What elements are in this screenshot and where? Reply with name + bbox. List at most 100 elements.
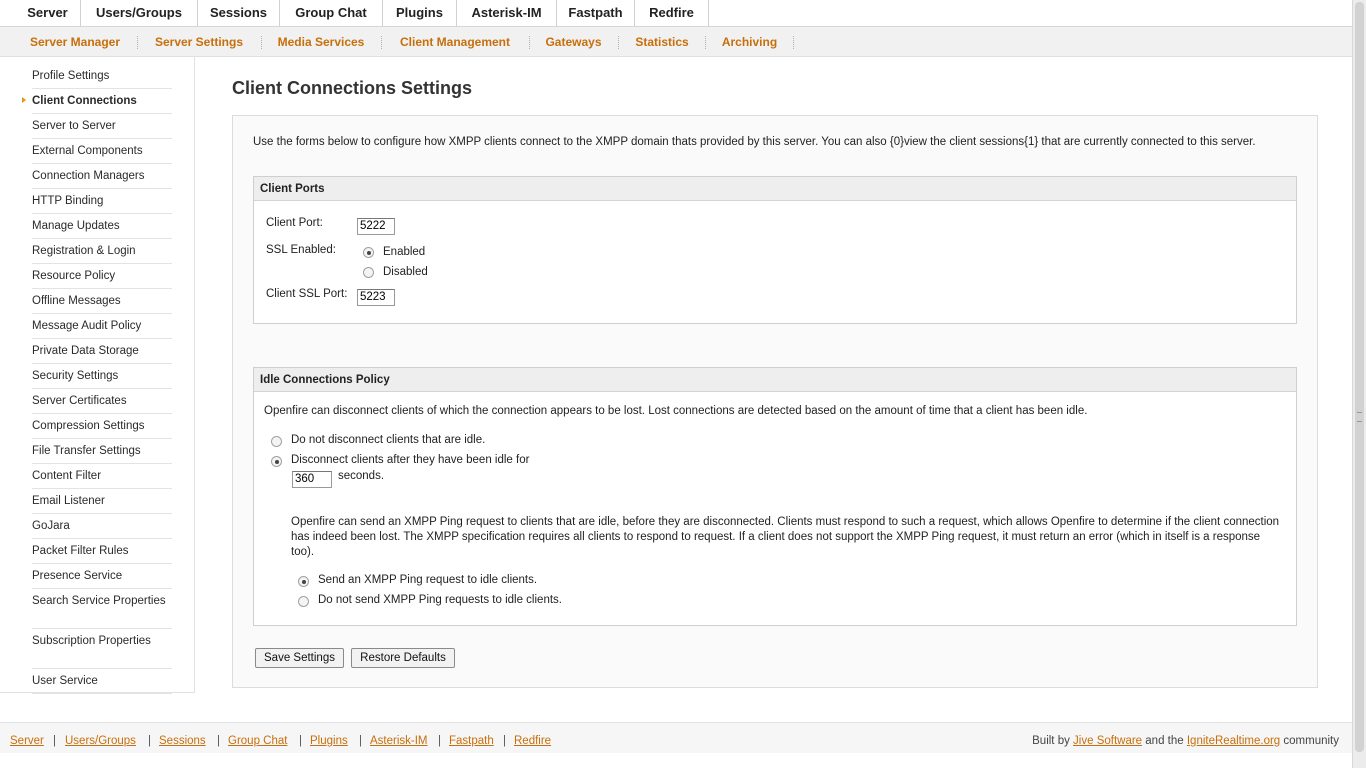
sidebar-item-http-binding[interactable]: HTTP Binding [32, 194, 172, 214]
seconds-label: seconds. [338, 470, 385, 482]
sidebar-item-client-connections[interactable]: Client Connections [32, 94, 172, 114]
footer-link-server[interactable]: Server [10, 735, 44, 747]
subnav-divider [618, 36, 620, 49]
disconnect-radio[interactable] [271, 456, 282, 467]
footer-link-redfire[interactable]: Redfire [514, 735, 551, 747]
tab-plugins[interactable]: Plugins [383, 0, 457, 26]
idle-policy-header: Idle Connections Policy [254, 368, 1296, 392]
footer-separator: | [503, 735, 506, 747]
footer-link-group-chat[interactable]: Group Chat [228, 735, 287, 747]
sidebar-item-server-to-server[interactable]: Server to Server [32, 119, 172, 139]
footer-separator: | [438, 735, 441, 747]
sub-nav: Server Manager Server Settings Media Ser… [0, 27, 1352, 57]
client-ports-header: Client Ports [254, 177, 1296, 201]
scrollbar-thumb[interactable] [1355, 2, 1364, 752]
tab-sessions[interactable]: Sessions [198, 0, 280, 26]
jive-software-link[interactable]: Jive Software [1073, 735, 1142, 747]
ssl-enabled-label: SSL Enabled: [266, 244, 336, 256]
sidebar-item-user-service[interactable]: User Service [32, 674, 172, 694]
footer-separator: | [148, 735, 151, 747]
ping-nosend-label: Do not send XMPP Ping requests to idle c… [318, 594, 562, 606]
intro-text: Use the forms below to configure how XMP… [253, 136, 1256, 148]
sidebar-item-packet-filter-rules[interactable]: Packet Filter Rules [32, 544, 172, 564]
subtab-archiving[interactable]: Archiving [711, 27, 788, 56]
sidebar-item-search-service-properties[interactable]: Search Service Properties [32, 594, 172, 629]
sidebar-item-server-certificates[interactable]: Server Certificates [32, 394, 172, 414]
footer-separator: | [217, 735, 220, 747]
subtab-server-manager[interactable]: Server Manager [18, 27, 132, 56]
footer-separator: | [299, 735, 302, 747]
credit-prefix: Built by [1032, 735, 1070, 747]
footer-credit: Built by Jive Software and the IgniteRea… [1032, 735, 1339, 747]
scrollbar-grip-icon [1357, 412, 1362, 422]
sidebar-item-external-components[interactable]: External Components [32, 144, 172, 164]
subtab-gateways[interactable]: Gateways [535, 27, 612, 56]
footer-link-asterisk-im[interactable]: Asterisk-IM [370, 735, 428, 747]
sidebar-item-compression-settings[interactable]: Compression Settings [32, 419, 172, 439]
client-port-label: Client Port: [266, 217, 323, 229]
sidebar-item-profile-settings[interactable]: Profile Settings [32, 69, 172, 89]
footer-link-users-groups[interactable]: Users/Groups [65, 735, 136, 747]
sidebar: Profile Settings Client Connections Server… [0, 57, 195, 694]
ping-send-radio[interactable] [298, 576, 309, 587]
credit-suffix: community [1283, 735, 1339, 747]
no-disconnect-radio[interactable] [271, 436, 282, 447]
sidebar-item-gojara[interactable]: GoJara [32, 519, 172, 539]
save-settings-button[interactable]: Save Settings [255, 648, 344, 668]
ssl-enabled-option-label: Enabled [383, 246, 426, 258]
subnav-divider [529, 36, 531, 49]
no-disconnect-label: Do not disconnect clients that are idle. [291, 434, 486, 446]
sidebar-item-message-audit-policy[interactable]: Message Audit Policy [32, 319, 172, 339]
client-port-input[interactable] [357, 218, 395, 235]
subnav-divider [705, 36, 707, 49]
tab-asterisk-im[interactable]: Asterisk-IM [457, 0, 557, 26]
credit-middle: and the [1145, 735, 1184, 747]
subnav-divider [261, 36, 263, 49]
footer-separator: | [359, 735, 362, 747]
tab-server[interactable]: Server [15, 0, 81, 26]
ssl-enabled-radio[interactable] [363, 247, 374, 258]
sidebar-item-file-transfer-settings[interactable]: File Transfer Settings [32, 444, 172, 464]
tab-group-chat[interactable]: Group Chat [280, 0, 383, 26]
sidebar-item-resource-policy[interactable]: Resource Policy [32, 269, 172, 289]
sidebar-item-private-data-storage[interactable]: Private Data Storage [32, 344, 172, 364]
sidebar-item-connection-managers[interactable]: Connection Managers [32, 169, 172, 189]
disconnect-label: Disconnect clients after they have been … [291, 454, 530, 466]
ignite-realtime-link[interactable]: IgniteRealtime.org [1187, 735, 1280, 747]
ping-send-label: Send an XMPP Ping request to idle client… [318, 574, 538, 586]
tab-users-groups[interactable]: Users/Groups [81, 0, 198, 26]
sidebar-item-offline-messages[interactable]: Offline Messages [32, 294, 172, 314]
sidebar-item-presence-service[interactable]: Presence Service [32, 569, 172, 589]
subtab-statistics[interactable]: Statistics [625, 27, 699, 56]
sidebar-item-security-settings[interactable]: Security Settings [32, 369, 172, 389]
subtab-server-settings[interactable]: Server Settings [138, 27, 260, 56]
sidebar-item-registration-and-login[interactable]: Registration & Login [32, 244, 172, 264]
ssl-disabled-radio[interactable] [363, 267, 374, 278]
subtab-media-services[interactable]: Media Services [265, 27, 377, 56]
sidebar-item-email-listener[interactable]: Email Listener [32, 494, 172, 514]
idle-seconds-input[interactable] [292, 471, 332, 488]
tab-fastpath[interactable]: Fastpath [557, 0, 635, 26]
page-title: Client Connections Settings [232, 78, 473, 98]
top-nav: Server Users/Groups Sessions Group Chat … [0, 0, 1352, 27]
ssl-port-label: Client SSL Port: [266, 288, 348, 300]
tab-redfire[interactable]: Redfire [635, 0, 709, 26]
sidebar-item-subscription-properties[interactable]: Subscription Properties [32, 634, 172, 669]
footer-link-fastpath[interactable]: Fastpath [449, 735, 494, 747]
footer-link-plugins[interactable]: Plugins [310, 735, 348, 747]
ping-nosend-radio[interactable] [298, 596, 309, 607]
idle-policy-description: Openfire can disconnect clients of which… [264, 405, 1088, 417]
sidebar-item-manage-updates[interactable]: Manage Updates [32, 219, 172, 239]
footer-separator: | [53, 735, 56, 747]
sidebar-item-content-filter[interactable]: Content Filter [32, 469, 172, 489]
active-item-arrow-icon [22, 97, 26, 103]
subtab-client-management[interactable]: Client Management [385, 27, 525, 56]
ssl-disabled-option-label: Disabled [383, 266, 428, 278]
ping-description: Openfire can send an XMPP Ping request t… [291, 516, 1280, 558]
vertical-scrollbar[interactable] [1352, 0, 1366, 768]
footer-link-sessions[interactable]: Sessions [159, 735, 206, 747]
ssl-port-input[interactable] [357, 289, 395, 306]
subnav-divider [381, 36, 383, 49]
restore-defaults-button[interactable]: Restore Defaults [351, 648, 455, 668]
footer: Server | Users/Groups | Sessions | Group… [0, 722, 1352, 753]
